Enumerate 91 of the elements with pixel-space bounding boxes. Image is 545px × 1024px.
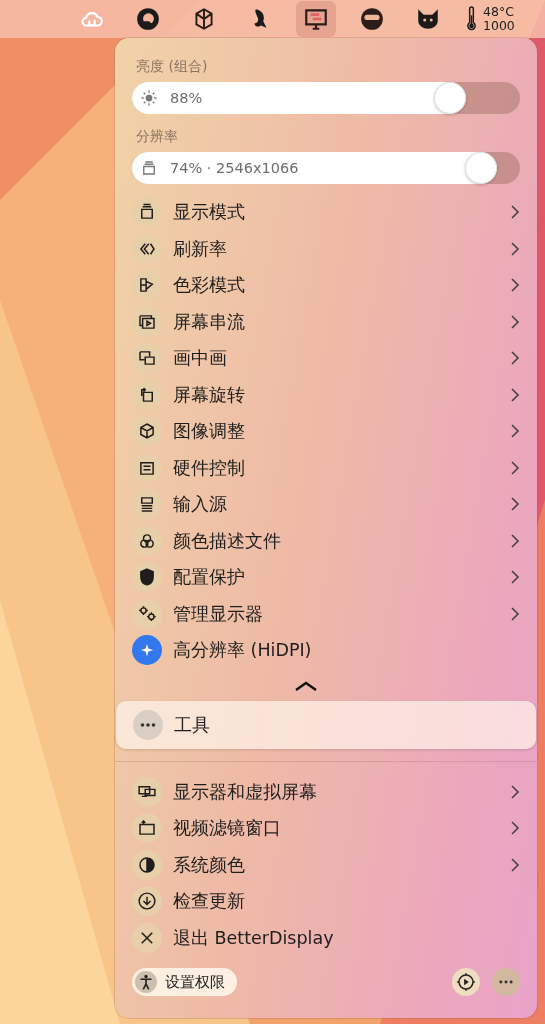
caret-up-icon[interactable] bbox=[294, 680, 318, 691]
slider-reading: 74% · 2546x1066 bbox=[170, 160, 299, 176]
menu-item-label: 屏幕旋转 bbox=[173, 383, 245, 407]
menu-item[interactable]: 输入源 bbox=[132, 486, 520, 523]
cat-icon bbox=[415, 6, 441, 32]
slider-reading: 88% bbox=[170, 90, 203, 106]
menu-item-label: 色彩模式 bbox=[173, 274, 245, 298]
thermometer-icon bbox=[466, 5, 477, 33]
panel-icon bbox=[132, 452, 162, 483]
sun-icon bbox=[140, 89, 158, 107]
menu-item[interactable]: 图像调整 bbox=[132, 413, 520, 450]
accessibility-icon bbox=[135, 971, 157, 993]
menu-item[interactable]: 配置保护 bbox=[132, 559, 520, 596]
sensor-value-text: 1000 bbox=[483, 19, 515, 33]
chevron-right-icon bbox=[510, 204, 520, 221]
menu-item[interactable]: 高分辨率 (HiDPI) bbox=[132, 632, 520, 669]
slider-track[interactable]: 88% bbox=[132, 82, 520, 114]
circles-icon bbox=[132, 525, 162, 556]
chevron-right-icon bbox=[510, 820, 520, 837]
play-icon bbox=[132, 306, 162, 337]
slider-thumb[interactable] bbox=[464, 152, 497, 184]
chevron-right-icon bbox=[510, 386, 520, 403]
chevron-right-icon bbox=[510, 856, 520, 873]
menu-bar-item[interactable] bbox=[296, 1, 336, 37]
menu-item-label: 画中画 bbox=[173, 347, 227, 371]
menu-item[interactable]: 管理显示器 bbox=[132, 595, 520, 632]
menu-item-label: 退出 BetterDisplay bbox=[173, 926, 334, 950]
menu-item[interactable]: 显示器和虚拟屏幕 bbox=[132, 773, 520, 810]
menu-item-label: 管理显示器 bbox=[173, 602, 263, 626]
menu-item-label: 系统颜色 bbox=[173, 853, 245, 877]
rotate-icon bbox=[132, 379, 162, 410]
slider-track[interactable]: 74% · 2546x1066 bbox=[132, 152, 520, 184]
shield-icon bbox=[132, 562, 162, 593]
cube-icon bbox=[132, 416, 162, 447]
palette-icon bbox=[132, 270, 162, 301]
close-icon bbox=[132, 922, 162, 953]
menu-item-label: 检查更新 bbox=[173, 890, 245, 914]
gears-icon bbox=[132, 598, 162, 629]
monitors-icon bbox=[132, 776, 162, 807]
chevron-right-icon bbox=[510, 423, 520, 440]
chevron-right-icon bbox=[510, 605, 520, 622]
circle-logo-icon bbox=[135, 6, 161, 32]
menu-item[interactable]: 色彩模式 bbox=[132, 267, 520, 304]
window-icon bbox=[132, 197, 162, 228]
menu-item[interactable]: 刷新率 bbox=[132, 230, 520, 267]
slider-label: 亮度 (组合) bbox=[136, 58, 209, 76]
monitor-icon bbox=[303, 6, 329, 32]
chevron-right-icon bbox=[510, 496, 520, 513]
chevron-right-icon bbox=[510, 313, 520, 330]
menu-item[interactable]: 颜色描述文件 bbox=[132, 522, 520, 559]
more-icon bbox=[133, 709, 163, 740]
frame-icon bbox=[132, 813, 162, 844]
chevron-right-icon bbox=[510, 783, 520, 800]
menu-item[interactable]: 画中画 bbox=[132, 340, 520, 377]
chevron-right-icon bbox=[510, 350, 520, 367]
menu-item[interactable]: 系统颜色 bbox=[132, 846, 520, 883]
stack-icon bbox=[140, 159, 158, 177]
menu-item-label: 屏幕串流 bbox=[173, 310, 245, 334]
chevron-right-icon bbox=[510, 240, 520, 257]
menu-item[interactable]: 显示模式 bbox=[132, 194, 520, 231]
chevron-right-icon bbox=[510, 459, 520, 476]
menu-item-label: 配置保护 bbox=[173, 566, 245, 590]
overlap-icon bbox=[132, 343, 162, 374]
chevron-right-icon bbox=[510, 277, 520, 294]
chevron-right-icon bbox=[510, 532, 520, 549]
menu-item[interactable]: 视频滤镜窗口 bbox=[132, 810, 520, 847]
menu-item-label: 显示器和虚拟屏幕 bbox=[173, 780, 317, 804]
menu-item-label: 高分辨率 (HiDPI) bbox=[173, 639, 312, 663]
slider-label: 分辨率 bbox=[136, 128, 179, 146]
menu-item[interactable]: 退出 BetterDisplay bbox=[132, 919, 520, 956]
menu-item-label: 颜色描述文件 bbox=[173, 529, 281, 553]
chevrons-icon bbox=[132, 233, 162, 264]
menu-item-label: 输入源 bbox=[173, 493, 227, 517]
list-icon bbox=[132, 489, 162, 520]
download-icon bbox=[132, 886, 162, 917]
menu-item[interactable]: 屏幕旋转 bbox=[132, 376, 520, 413]
slider-thumb[interactable] bbox=[433, 82, 466, 114]
menu-item[interactable]: 屏幕串流 bbox=[132, 303, 520, 340]
menu-item-label: 刷新率 bbox=[173, 237, 227, 261]
round-badge-icon bbox=[359, 6, 385, 32]
menu-item-label: 视频滤镜窗口 bbox=[173, 817, 281, 841]
permissions-button[interactable]: 设置权限 bbox=[132, 968, 237, 996]
contrast-icon bbox=[132, 849, 162, 880]
chevron-right-icon bbox=[510, 569, 520, 586]
menu-item-label: 硬件控制 bbox=[173, 456, 245, 480]
temperature-text: 48°C bbox=[483, 5, 515, 19]
menu-item-label: 显示模式 bbox=[173, 201, 245, 225]
menu-item[interactable]: 硬件控制 bbox=[132, 449, 520, 486]
menu-item-label: 图像调整 bbox=[173, 420, 245, 444]
menu-item[interactable]: 检查更新 bbox=[132, 883, 520, 920]
tools-item[interactable]: 工具 bbox=[116, 700, 536, 749]
